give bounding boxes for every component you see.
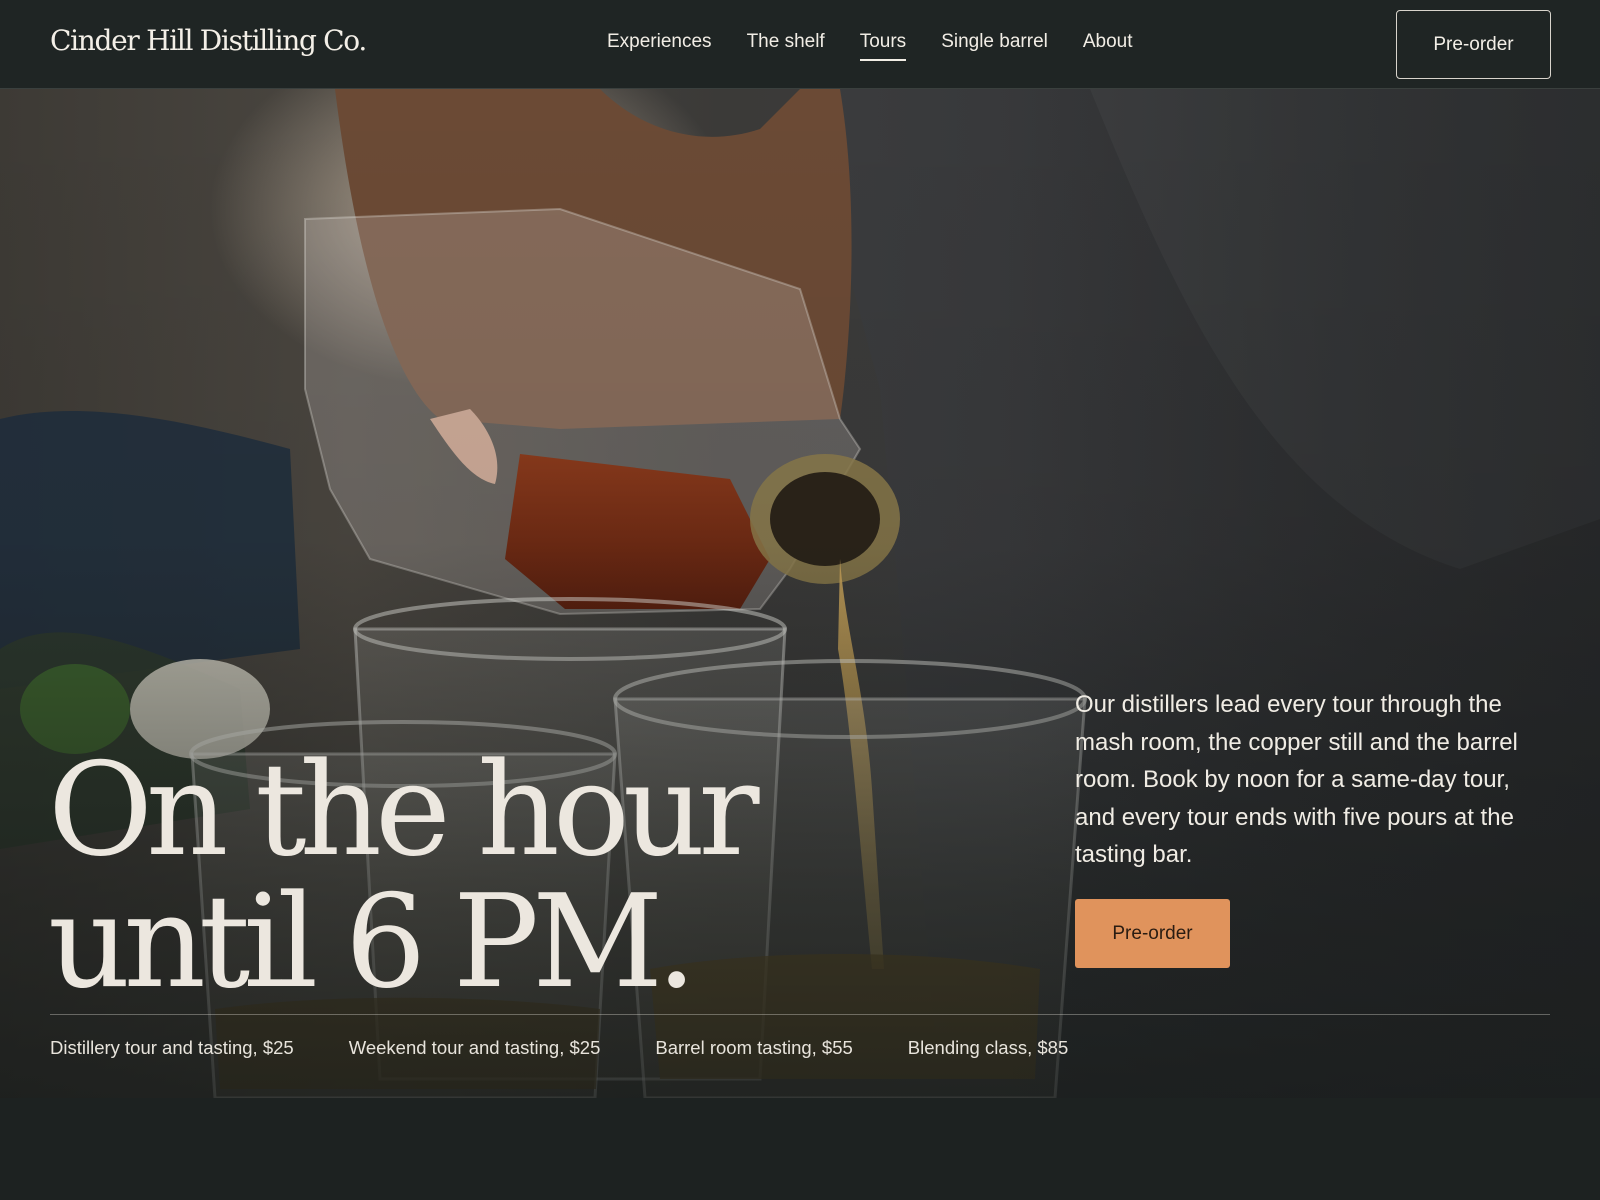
nav-item-the-shelf[interactable]: The shelf bbox=[747, 31, 825, 61]
hero-intro-text: Our distillers lead every tour through t… bbox=[1075, 691, 1518, 868]
hero-section: On the hour until 6 PM. Our distillers l… bbox=[0, 89, 1600, 1098]
nav-item-single-barrel[interactable]: Single barrel bbox=[941, 31, 1048, 61]
brand-logo[interactable]: Cinder Hill Distilling Co. bbox=[50, 24, 367, 57]
offering-distillery-tour[interactable]: Distillery tour and tasting, $25 bbox=[50, 1037, 294, 1059]
offerings-list: Distillery tour and tasting, $25 Weekend… bbox=[50, 1037, 1068, 1059]
offering-weekend-tour[interactable]: Weekend tour and tasting, $25 bbox=[349, 1037, 601, 1059]
hero-preorder-button[interactable]: Pre-order bbox=[1075, 899, 1230, 968]
main-nav: Experiences The shelf Tours Single barre… bbox=[607, 31, 1133, 61]
hero-headline: On the hour until 6 PM. bbox=[48, 745, 759, 1009]
offerings-divider bbox=[50, 1014, 1550, 1015]
site-header: Cinder Hill Distilling Co. Experiences T… bbox=[0, 0, 1600, 89]
nav-item-tours[interactable]: Tours bbox=[859, 31, 907, 61]
page: Cinder Hill Distilling Co. Experiences T… bbox=[0, 0, 1600, 1200]
offering-barrel-room-tasting[interactable]: Barrel room tasting, $55 bbox=[655, 1037, 852, 1059]
nav-item-about[interactable]: About bbox=[1083, 31, 1133, 61]
hero-headline-line-2: until 6 PM. bbox=[48, 868, 697, 1017]
nav-item-experiences[interactable]: Experiences bbox=[607, 31, 712, 61]
hero-headline-line-1: On the hour bbox=[48, 736, 759, 885]
header-preorder-button[interactable]: Pre-order bbox=[1396, 10, 1551, 79]
offering-blending-class[interactable]: Blending class, $85 bbox=[908, 1037, 1068, 1059]
